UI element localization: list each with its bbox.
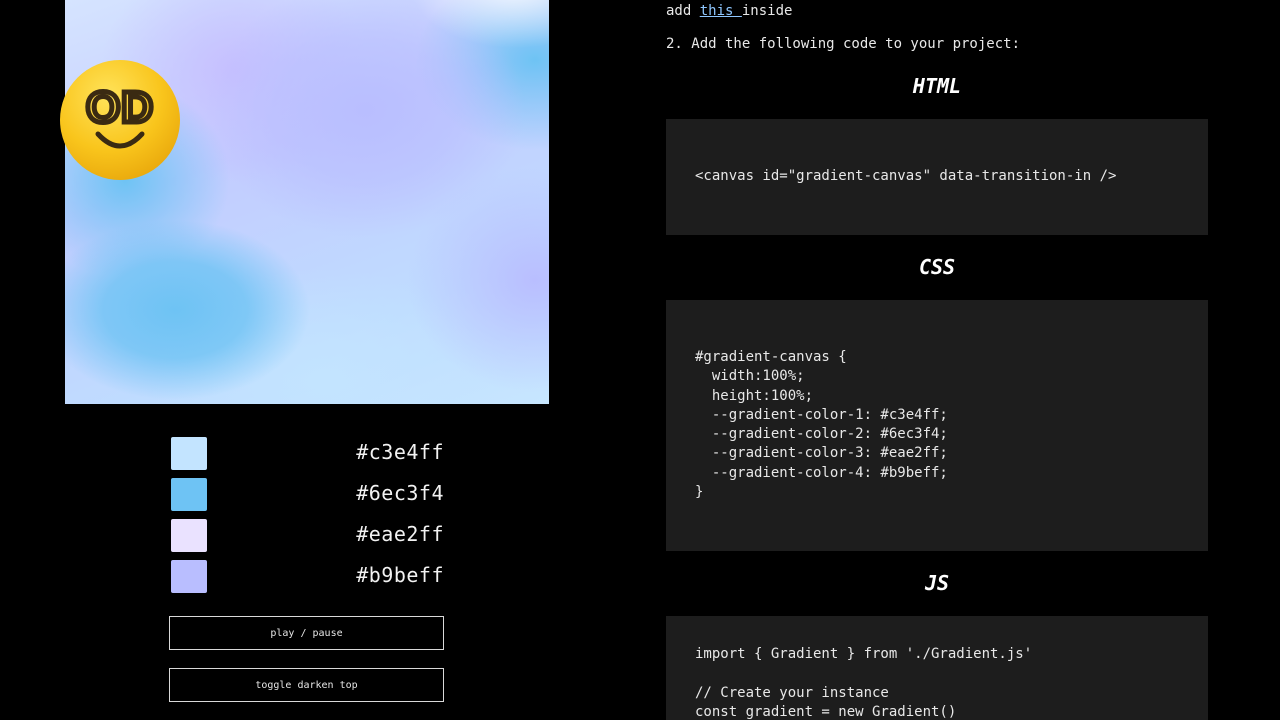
swatch-hex-value: #eae2ff bbox=[356, 522, 444, 546]
html-heading: HTML bbox=[912, 74, 962, 98]
swatch-row-2: #6ec3f4 bbox=[171, 478, 444, 511]
swatch-row-1: #c3e4ff bbox=[171, 437, 444, 470]
page: OD #c3e4ff #6ec3f4 #eae2ff #b9beff play … bbox=[0, 0, 1280, 720]
intro-text: add this inside bbox=[666, 3, 792, 19]
color-swatch[interactable] bbox=[171, 437, 207, 470]
avatar-text: OD bbox=[86, 83, 154, 132]
html-code: <canvas id="gradient-canvas" data-transi… bbox=[695, 168, 1117, 184]
intro-suffix: inside bbox=[741, 3, 793, 19]
color-swatch[interactable] bbox=[171, 560, 207, 593]
swatch-hex-value: #c3e4ff bbox=[356, 440, 444, 464]
intro-prefix: add bbox=[666, 3, 700, 19]
css-code-block[interactable]: #gradient-canvas { width:100%; height:10… bbox=[666, 300, 1208, 551]
color-swatch-list: #c3e4ff #6ec3f4 #eae2ff #b9beff bbox=[171, 437, 444, 601]
play-pause-button[interactable]: play / pause bbox=[169, 616, 444, 650]
js-heading: JS bbox=[924, 571, 950, 595]
swatch-row-4: #b9beff bbox=[171, 560, 444, 593]
color-swatch[interactable] bbox=[171, 519, 207, 552]
toggle-darken-top-button[interactable]: toggle darken top bbox=[169, 668, 444, 702]
js-code: import { Gradient } from './Gradient.js'… bbox=[695, 646, 1033, 720]
smiley-od-icon: OD bbox=[60, 60, 180, 180]
css-code: #gradient-canvas { width:100%; height:10… bbox=[695, 349, 948, 501]
swatch-hex-value: #b9beff bbox=[356, 563, 444, 587]
color-swatch[interactable] bbox=[171, 478, 207, 511]
step-2-text: 2. Add the following code to your projec… bbox=[666, 36, 1021, 52]
swatch-row-3: #eae2ff bbox=[171, 519, 444, 552]
js-code-block[interactable]: import { Gradient } from './Gradient.js'… bbox=[666, 616, 1208, 720]
css-heading: CSS bbox=[918, 255, 956, 279]
html-code-block[interactable]: <canvas id="gradient-canvas" data-transi… bbox=[666, 119, 1208, 235]
this-link[interactable]: this bbox=[700, 3, 742, 19]
swatch-hex-value: #6ec3f4 bbox=[356, 481, 444, 505]
